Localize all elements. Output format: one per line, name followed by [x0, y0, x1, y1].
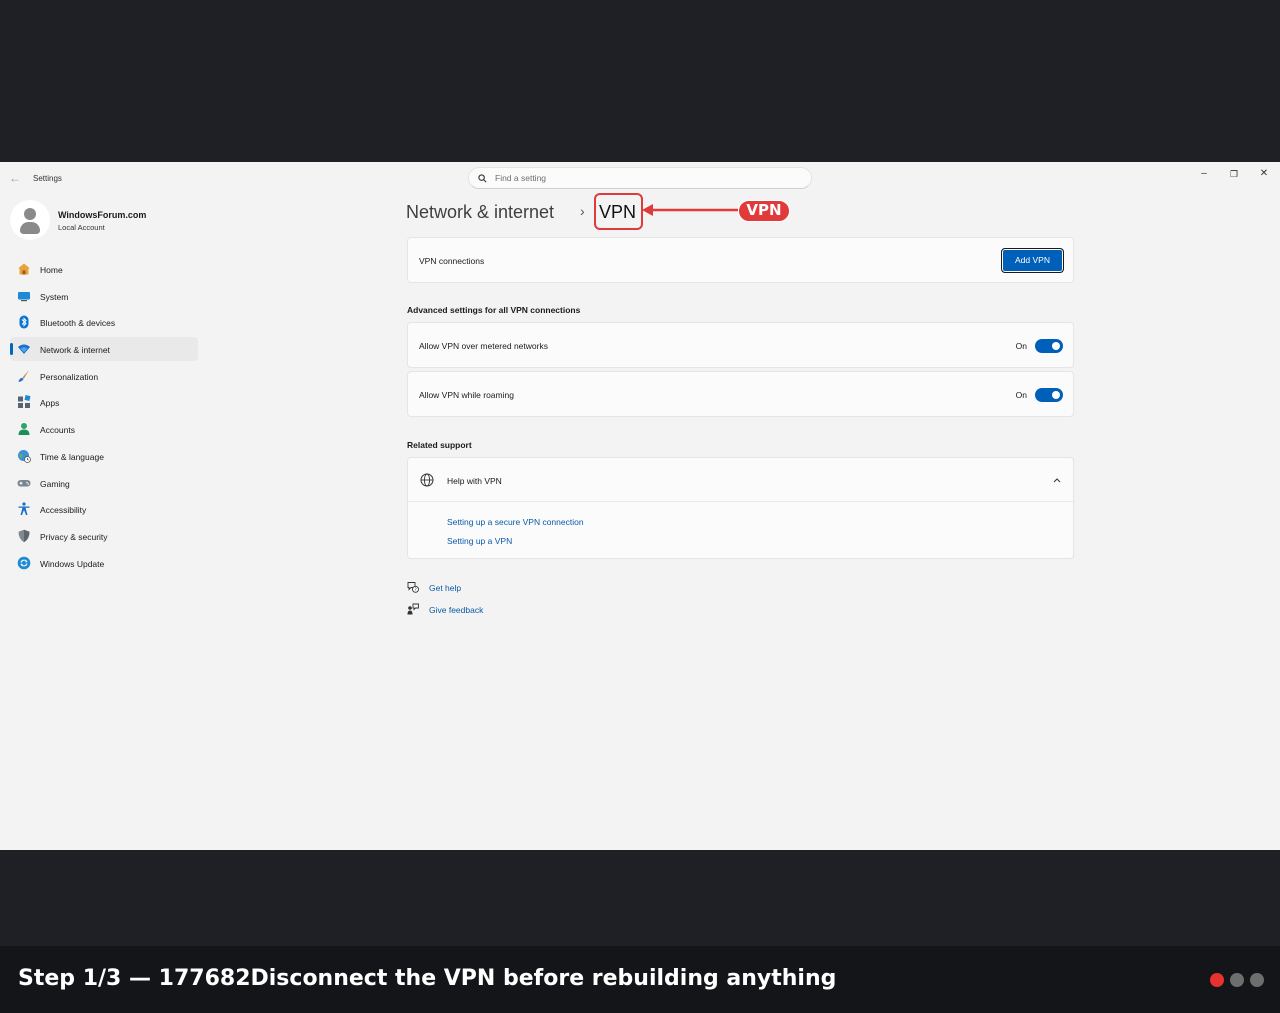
add-vpn-button[interactable]: Add VPN: [1001, 248, 1064, 273]
sidebar-item-personalization[interactable]: Personalization: [10, 364, 198, 388]
wifi-icon: [18, 344, 30, 355]
breadcrumb-separator: ›: [580, 203, 585, 219]
highlight-box: [594, 193, 643, 230]
system-icon: [18, 291, 30, 301]
avatar: [10, 200, 50, 240]
help-title: Help with VPN: [447, 476, 502, 486]
apps-icon: [18, 395, 31, 409]
link-setting-up-vpn[interactable]: Setting up a VPN: [447, 536, 512, 546]
advanced-settings-title: Advanced settings for all VPN connection…: [407, 305, 581, 315]
title-bar: ← Settings – ❐ ✕: [0, 162, 1280, 194]
update-icon: [17, 556, 31, 569]
accessibility-icon: [18, 502, 30, 516]
sidebar-item-label: Bluetooth & devices: [40, 318, 116, 329]
metered-setting-card: Allow VPN over metered networks On: [407, 322, 1074, 368]
profile-card[interactable]: WindowsForum.com Local Account: [10, 200, 200, 242]
sidebar-item-label: Time & language: [40, 451, 104, 462]
sidebar-item-home[interactable]: Home: [10, 257, 198, 281]
sidebar-item-system[interactable]: System: [10, 284, 198, 308]
sidebar-item-accessibility[interactable]: Accessibility: [10, 497, 198, 521]
give-feedback-label: Give feedback: [429, 605, 484, 615]
metered-toggle[interactable]: [1035, 339, 1063, 353]
roaming-toggle[interactable]: [1035, 388, 1063, 402]
back-arrow-icon[interactable]: ←: [9, 171, 23, 185]
help-card: Help with VPN Setting up a secure VPN co…: [407, 457, 1074, 559]
app-title: Settings: [33, 174, 62, 183]
step-dot-3[interactable]: [1250, 973, 1264, 987]
roaming-label: Allow VPN while roaming: [419, 390, 514, 400]
metered-state: On: [1015, 341, 1027, 351]
accounts-icon: [18, 423, 30, 436]
sidebar-item-privacy[interactable]: Privacy & security: [10, 524, 198, 548]
step-dots: [1204, 973, 1264, 992]
close-button[interactable]: ✕: [1253, 166, 1275, 182]
home-icon: [18, 263, 30, 275]
step-dot-2[interactable]: [1230, 973, 1244, 987]
globe-icon: [420, 473, 434, 487]
sidebar-item-gaming[interactable]: Gaming: [10, 471, 198, 495]
related-support-title: Related support: [407, 440, 472, 450]
metered-label: Allow VPN over metered networks: [419, 341, 548, 351]
sidebar-item-windows-update[interactable]: Windows Update: [10, 551, 198, 575]
chevron-up-icon: [1053, 478, 1061, 483]
get-help-label: Get help: [429, 583, 462, 593]
sidebar-item-label: Privacy & security: [40, 531, 108, 542]
sidebar-nav: Home System Bluetooth & devices Network …: [10, 257, 198, 577]
sidebar-item-label: Gaming: [40, 478, 70, 489]
restore-button[interactable]: ❐: [1223, 166, 1245, 182]
help-expander[interactable]: Help with VPN: [408, 458, 1073, 502]
brush-icon: [18, 369, 29, 382]
sidebar-item-network[interactable]: Network & internet: [10, 337, 198, 362]
sidebar-item-label: Accounts: [40, 425, 75, 436]
settings-window: ← Settings – ❐ ✕ WindowsForum.com Local …: [0, 162, 1280, 850]
globe-clock-icon: [18, 449, 31, 463]
help-chat-icon: ?: [407, 582, 419, 593]
sidebar-item-label: Windows Update: [40, 558, 105, 569]
sidebar-item-label: Accessibility: [40, 505, 87, 516]
sidebar-item-label: Home: [40, 265, 63, 275]
caption-bar: Step 1/3 — 177682Disconnect the VPN befo…: [0, 946, 1280, 1013]
active-indicator: [10, 343, 13, 356]
search-box[interactable]: [468, 167, 812, 189]
sidebar-item-bluetooth[interactable]: Bluetooth & devices: [10, 310, 198, 334]
shield-icon: [18, 529, 30, 543]
sidebar-item-label: System: [40, 291, 69, 302]
link-secure-vpn[interactable]: Setting up a secure VPN connection: [447, 517, 584, 527]
search-input[interactable]: [495, 171, 795, 185]
sidebar-item-time-language[interactable]: Time & language: [10, 444, 198, 468]
feedback-icon: [407, 603, 419, 615]
sidebar-item-label: Personalization: [40, 371, 99, 382]
minimize-button[interactable]: –: [1193, 166, 1215, 182]
sidebar-item-apps[interactable]: Apps: [10, 390, 198, 414]
profile-account-type: Local Account: [58, 223, 105, 232]
annotation-arrow: [642, 204, 738, 216]
gamepad-icon: [17, 479, 31, 486]
vpn-connections-card: VPN connections Add VPN: [407, 237, 1074, 283]
roaming-state: On: [1015, 390, 1027, 400]
profile-name: WindowsForum.com: [58, 210, 147, 220]
sidebar-item-label: Network & internet: [40, 345, 110, 356]
give-feedback-link[interactable]: Give feedback: [407, 603, 497, 617]
sidebar-item-label: Apps: [40, 398, 60, 409]
roaming-setting-card: Allow VPN while roaming On: [407, 371, 1074, 417]
get-help-link[interactable]: ? Get help: [407, 581, 487, 595]
step-caption: Step 1/3 — 177682Disconnect the VPN befo…: [18, 966, 837, 991]
bluetooth-icon: [19, 315, 29, 329]
breadcrumb-parent[interactable]: Network & internet: [406, 202, 554, 223]
step-dot-1[interactable]: [1210, 973, 1224, 987]
search-icon: [478, 174, 487, 183]
annotation-callout: VPN: [738, 200, 790, 222]
sidebar-item-accounts[interactable]: Accounts: [10, 417, 198, 441]
vpn-connections-label: VPN connections: [419, 256, 485, 266]
